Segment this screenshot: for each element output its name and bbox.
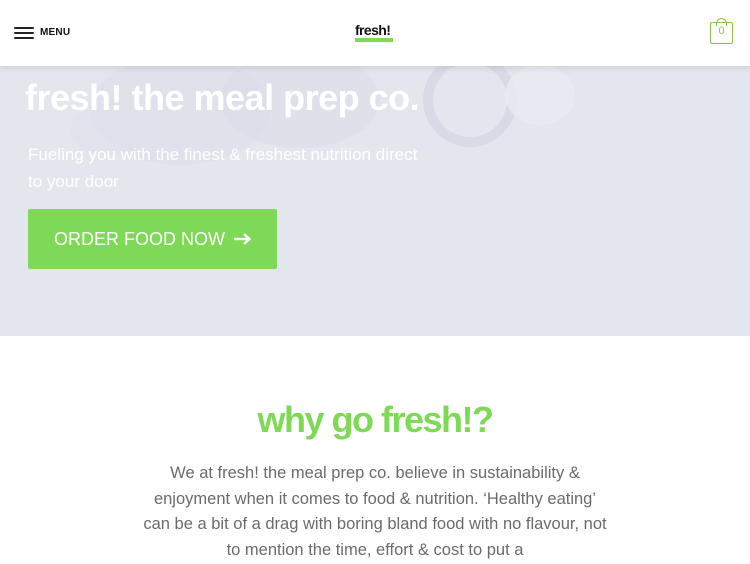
logo-tagline-bar bbox=[355, 38, 393, 42]
menu-label: MENU bbox=[40, 26, 71, 38]
site-logo[interactable]: fresh! bbox=[355, 23, 395, 43]
hamburger-icon bbox=[14, 25, 34, 39]
why-go-fresh-heading: why go fresh!? bbox=[257, 399, 494, 440]
why-go-fresh-body: We at fresh! the meal prep co. believe i… bbox=[143, 464, 607, 560]
order-food-now-label: ORDER FOOD NOW bbox=[54, 228, 225, 249]
hero-subtitle: Fueling you with the finest & freshest n… bbox=[28, 145, 418, 191]
menu-toggle-button[interactable]: MENU bbox=[14, 23, 70, 41]
cart-button[interactable]: 0 bbox=[710, 18, 735, 46]
site-header: MENU fresh! 0 bbox=[0, 0, 750, 66]
order-food-now-button[interactable]: ORDER FOOD NOW bbox=[28, 209, 277, 269]
cart-count: 0 bbox=[718, 25, 725, 37]
logo-text: fresh! bbox=[355, 22, 391, 38]
hero-title: fresh! the meal prep co. bbox=[25, 77, 420, 118]
arrow-right-icon bbox=[234, 233, 251, 245]
